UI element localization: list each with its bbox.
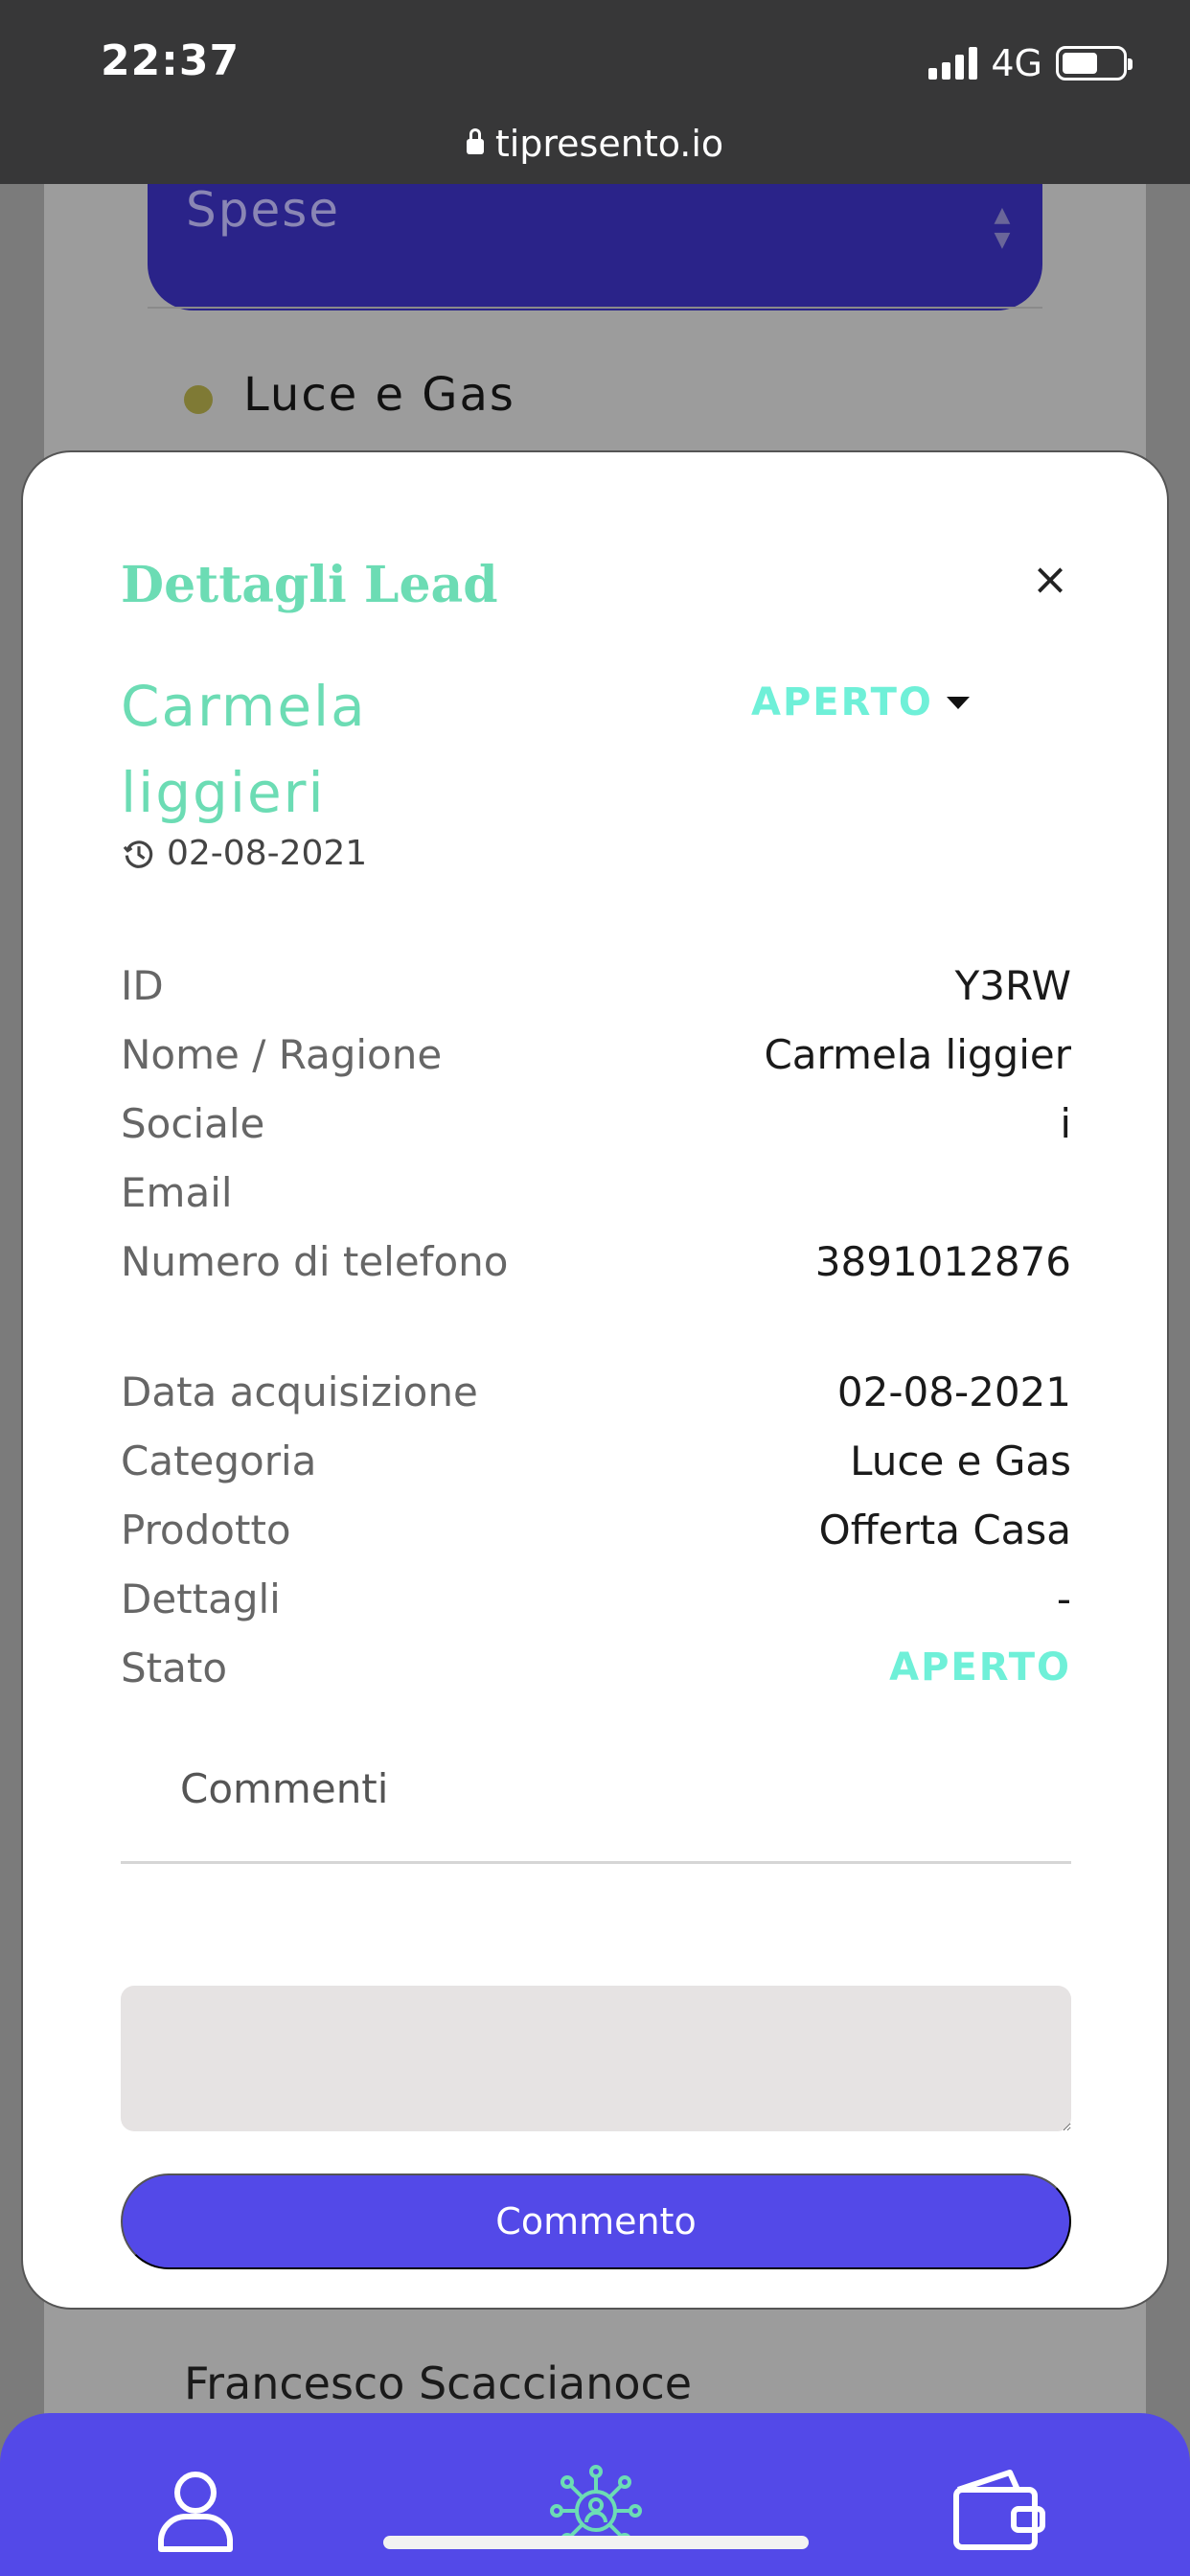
status-time: 22:37 — [101, 36, 240, 85]
detail-value: Y3RW — [954, 961, 1071, 1009]
divider — [148, 307, 1042, 309]
detail-value: 02-08-2021 — [836, 1368, 1071, 1415]
lead-name[interactable]: Francesco Scaccianoce — [184, 2358, 692, 2409]
detail-row-name: Nome / Ragione Carmela liggier — [121, 1020, 1071, 1089]
lock-icon — [466, 128, 484, 154]
signal-icon — [928, 47, 978, 80]
bottom-nav — [0, 2413, 1190, 2576]
address-bar[interactable]: tipresento.io — [0, 123, 1190, 165]
caret-down-icon — [946, 696, 970, 709]
status-indicators: 4G — [928, 42, 1133, 84]
category-label: Luce e Gas — [243, 368, 515, 422]
comments-label: Commenti — [180, 1765, 389, 1812]
close-icon[interactable]: × — [1029, 557, 1071, 601]
detail-row-state: Stato APERTO — [121, 1633, 1071, 1702]
detail-label: Email — [121, 1168, 233, 1216]
detail-row-details: Dettagli - — [121, 1564, 1071, 1633]
detail-row-acquisition: Data acquisizione 02-08-2021 — [121, 1357, 1071, 1426]
home-indicator[interactable] — [383, 2536, 809, 2549]
battery-icon — [1056, 46, 1133, 80]
detail-row-name-cont: Sociale i — [121, 1089, 1071, 1158]
detail-label: ID — [121, 961, 164, 1009]
detail-value: 3891012876 — [814, 1237, 1071, 1285]
url-text: tipresento.io — [494, 123, 724, 165]
status-dropdown[interactable]: APERTO — [751, 680, 970, 724]
detail-label: Numero di telefono — [121, 1237, 509, 1285]
detail-label: Stato — [121, 1644, 228, 1691]
detail-value: - — [1056, 1575, 1071, 1622]
detail-label: Categoria — [121, 1437, 317, 1484]
user-icon[interactable] — [148, 2461, 243, 2557]
detail-value: Offerta Casa — [818, 1506, 1071, 1553]
detail-value: Luce e Gas — [850, 1437, 1071, 1484]
lead-date-row: 02-08-2021 — [121, 834, 367, 873]
comments-divider — [121, 1861, 1071, 1864]
detail-label: Dettagli — [121, 1575, 281, 1622]
detail-label: Nome / Ragione — [121, 1030, 443, 1078]
category-dot-icon — [184, 385, 213, 414]
status-dropdown-label: APERTO — [751, 680, 933, 724]
detail-label: Sociale — [121, 1099, 265, 1147]
detail-value: Carmela liggier — [764, 1030, 1071, 1078]
detail-row-phone: Numero di telefono 3891012876 — [121, 1227, 1071, 1296]
detail-row-email: Email — [121, 1158, 1071, 1227]
detail-label: Prodotto — [121, 1506, 291, 1553]
comment-button[interactable]: Commento — [121, 2174, 1071, 2269]
status-bar: 22:37 4G tipresento.io — [0, 0, 1190, 184]
category-select-label: Spese — [186, 182, 341, 238]
select-arrows-icon: ▲ ▼ — [994, 203, 1011, 252]
details-list: ID Y3RW Nome / Ragione Carmela liggier S… — [121, 951, 1071, 1702]
lead-details-modal: Dettagli Lead × Carmela liggieri APERTO … — [21, 450, 1169, 2310]
status-badge: APERTO — [889, 1645, 1071, 1690]
lead-name-heading: Carmela liggieri — [121, 674, 367, 825]
detail-label: Data acquisizione — [121, 1368, 478, 1415]
modal-title: Dettagli Lead — [121, 556, 498, 614]
history-icon — [123, 840, 153, 868]
detail-row-id: ID Y3RW — [121, 951, 1071, 1020]
detail-row-product: Prodotto Offerta Casa — [121, 1495, 1071, 1564]
lead-date: 02-08-2021 — [167, 834, 368, 873]
detail-row-category: Categoria Luce e Gas — [121, 1426, 1071, 1495]
detail-value: i — [1060, 1099, 1071, 1147]
category-select[interactable]: Spese ▲ ▼ — [148, 182, 1042, 310]
wallet-icon[interactable] — [950, 2461, 1046, 2557]
network-type: 4G — [991, 42, 1042, 84]
comment-input[interactable] — [121, 1986, 1071, 2131]
